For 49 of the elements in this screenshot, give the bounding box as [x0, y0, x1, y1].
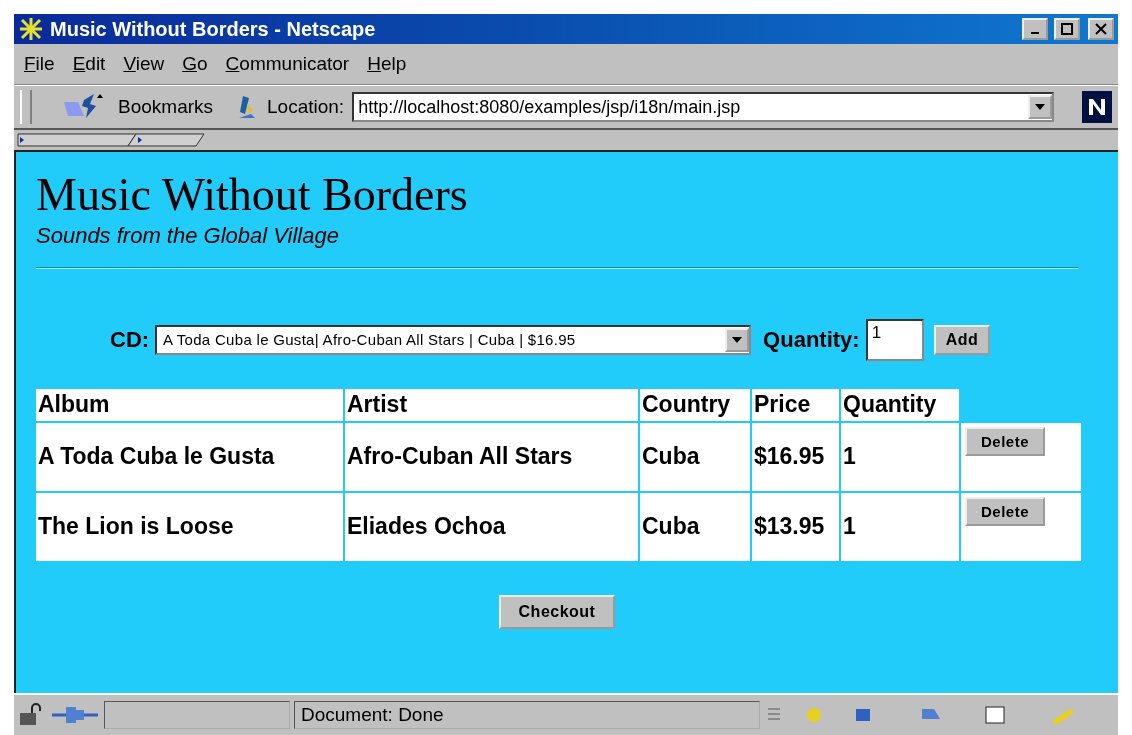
checkout-button[interactable]: Checkout [498, 594, 616, 629]
table-cell: Eliades Ochoa [345, 492, 638, 561]
caret-icon [1035, 104, 1045, 110]
cd-select[interactable]: A Toda Cuba le Gusta| Afro-Cuban All Stars | Cuba | $16.95 [155, 324, 752, 355]
close-button[interactable] [1088, 18, 1114, 40]
delete-button[interactable]: Delete [965, 426, 1046, 456]
menu-item[interactable]: Help [367, 53, 407, 75]
maximize-button[interactable] [1054, 18, 1080, 40]
menu-item[interactable]: Communicator [225, 53, 350, 75]
table-cell: Cuba [640, 422, 750, 491]
status-text: Document: Done [301, 704, 444, 726]
table-cell: $13.95 [752, 492, 839, 561]
maximize-icon [1061, 23, 1073, 35]
add-button[interactable]: Add [933, 324, 991, 355]
table-cell: The Lion is Loose [36, 492, 343, 561]
quantity-label: Quantity: [763, 326, 860, 353]
table-cell: 1 [841, 422, 959, 491]
close-icon [1095, 23, 1107, 35]
table-cell: $16.95 [752, 422, 839, 491]
menu-item[interactable]: View [123, 53, 165, 75]
window-title: Music Without Borders - Netscape [50, 17, 377, 41]
page-subtitle: Sounds from the Global Village [36, 222, 340, 249]
delete-button[interactable]: Delete [965, 496, 1046, 526]
location-label: Location: [267, 96, 345, 118]
dropdown-button[interactable] [725, 327, 750, 352]
column-header: Artist [345, 388, 638, 421]
table-cell: Cuba [640, 492, 750, 561]
logo-icon [1082, 91, 1112, 123]
caret-icon [732, 336, 743, 343]
column-header: Quantity [841, 388, 959, 421]
page-heading: Music Without Borders [36, 170, 469, 221]
menu-item[interactable]: File [24, 53, 55, 75]
menu-item[interactable]: Go [182, 53, 208, 75]
column-header: Country [640, 388, 750, 421]
url-field[interactable]: http://localhost:8080/examples/jsp/i18n/main.jsp [352, 92, 1054, 122]
bookmarks-label[interactable]: Bookmarks [118, 96, 214, 118]
column-header: Price [752, 388, 839, 421]
column-header: Album [36, 388, 343, 421]
toolbar-grip[interactable] [20, 90, 32, 124]
quantity-field[interactable]: 1 [865, 318, 924, 361]
dropdown-button[interactable] [1028, 95, 1052, 119]
minimize-icon [1031, 32, 1039, 34]
cd-label: CD: [110, 326, 150, 353]
table-cell: Afro-Cuban All Stars [345, 422, 638, 491]
menu-item[interactable]: Edit [72, 53, 106, 75]
table-cell: A Toda Cuba le Gusta [36, 422, 343, 491]
table-cell: 1 [841, 492, 959, 561]
star-logo-icon [18, 17, 44, 41]
minimize-button[interactable] [1022, 18, 1048, 40]
